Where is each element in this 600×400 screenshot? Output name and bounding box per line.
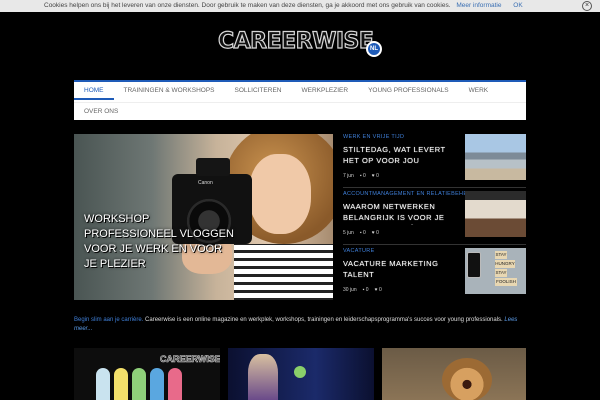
- comment-count: 0: [363, 230, 366, 236]
- scrabble-tile: STAY: [495, 251, 507, 259]
- article-meta: 30 jun ▪ 0 ♥ 0: [343, 287, 382, 293]
- article-meta: 7 jun ▪ 0 ♥ 0: [343, 173, 379, 179]
- hero-image-shirt: [234, 244, 333, 300]
- like-icon: ♥ 0: [371, 173, 379, 179]
- scrabble-tile: HUNGRY: [495, 260, 515, 268]
- article-category[interactable]: ACCOUNTMANAGEMENT EN RELATIEBEHEER: [343, 191, 476, 197]
- divider: [343, 187, 526, 188]
- card-image-light: [294, 366, 306, 378]
- article-title[interactable]: STILTEDAG, WAT LEVERT HET OP VOOR JOU: [343, 144, 455, 168]
- comment-icon: ▪ 0: [359, 230, 366, 236]
- hero-image-face: [249, 154, 311, 234]
- camera-brand-label: Canon: [198, 180, 213, 186]
- like-count: 0: [376, 230, 379, 236]
- nav-item-home[interactable]: HOME: [74, 82, 114, 100]
- bottom-card[interactable]: [228, 348, 374, 400]
- comment-icon: ▪ 0: [359, 173, 366, 179]
- chalk-image: [114, 368, 128, 400]
- article-title[interactable]: VACATURE MARKETING TALENT: [343, 258, 455, 282]
- article-date: 7 jun: [343, 173, 354, 179]
- card-image-lion: [442, 358, 492, 400]
- like-count: 0: [378, 287, 382, 293]
- article-date: 30 jun: [343, 287, 357, 293]
- logo-badge: NL: [366, 41, 382, 57]
- nav-item-werkplezier[interactable]: WERKPLEZIER: [291, 82, 358, 100]
- main-nav: HOME TRAININGEN & WORKSHOPS SOLLICITEREN…: [74, 80, 526, 120]
- nav-item-werk[interactable]: WERK: [459, 82, 499, 100]
- article-category[interactable]: VACATURE: [343, 248, 375, 254]
- card-logo: CAREERWISE: [160, 354, 220, 365]
- comment-icon: ▪ 0: [362, 287, 369, 293]
- article-thumbnail[interactable]: [465, 134, 526, 180]
- divider: [343, 244, 526, 245]
- article-category[interactable]: WERK EN VRIJE TIJD: [343, 134, 404, 140]
- site-logo[interactable]: CAREERWISE NL: [217, 29, 382, 58]
- nav-item-young-professionals[interactable]: YOUNG PROFESSIONALS: [358, 82, 459, 100]
- scrabble-tile: STAY: [495, 269, 507, 277]
- nav-item-solliciteren[interactable]: SOLLICITEREN: [225, 82, 292, 100]
- close-icon[interactable]: ×: [582, 1, 592, 11]
- like-count: 0: [376, 173, 379, 179]
- intro-lead: Begin slim aan je carrière.: [74, 317, 144, 323]
- logo-text: CAREERWISE: [217, 29, 374, 54]
- article-meta: 5 jun ▪ 0 ♥ 0: [343, 230, 379, 236]
- cookie-ok-button[interactable]: OK: [513, 2, 522, 9]
- cookie-message: Cookies helpen ons bij het leveren van o…: [44, 2, 451, 9]
- scrabble-tile: FOOLISH: [495, 278, 517, 286]
- side-article: ACCOUNTMANAGEMENT EN RELATIEBEHEER WAARO…: [343, 191, 526, 245]
- cookie-bar: Cookies helpen ons bij het leveren van o…: [0, 0, 600, 12]
- bottom-card[interactable]: [382, 348, 526, 400]
- cookie-more-info-link[interactable]: Meer informatie: [456, 2, 501, 9]
- chalk-image: [132, 368, 146, 400]
- camera-top: [196, 158, 230, 176]
- like-icon: ♥ 0: [371, 230, 379, 236]
- side-article: VACATURE VACATURE MARKETING TALENT 30 ju…: [343, 248, 526, 300]
- comment-count: 0: [363, 173, 366, 179]
- article-title[interactable]: WAAROM NETWERKEN BELANGRIJK IS VOOR JE W…: [343, 201, 455, 225]
- article-thumbnail[interactable]: [465, 191, 526, 237]
- article-thumbnail[interactable]: STAY HUNGRY STAY FOOLISH: [465, 248, 526, 294]
- side-article: WERK EN VRIJE TIJD STILTEDAG, WAT LEVERT…: [343, 134, 526, 188]
- nav-row-2: OVER ONS: [74, 102, 526, 120]
- cookie-text-wrap: Cookies helpen ons bij het leveren van o…: [44, 0, 523, 12]
- comment-count: 0: [365, 287, 369, 293]
- chalk-image: [96, 368, 110, 400]
- chalk-image: [150, 368, 164, 400]
- nav-item-over-ons[interactable]: OVER ONS: [74, 103, 128, 120]
- phone-icon: [467, 252, 481, 278]
- hero-article[interactable]: Canon WORKSHOP PROFESSIONEEL VLOGGEN VOO…: [74, 134, 333, 300]
- chalk-image: [168, 368, 182, 400]
- hero-title[interactable]: WORKSHOP PROFESSIONEEL VLOGGEN VOOR JE W…: [84, 212, 234, 272]
- like-icon: ♥ 0: [374, 287, 382, 293]
- nav-item-trainingen[interactable]: TRAININGEN & WORKSHOPS: [114, 82, 225, 100]
- intro-body: Careerwise is een online magazine en wer…: [145, 317, 503, 323]
- article-date: 5 jun: [343, 230, 354, 236]
- card-image-figure: [248, 354, 278, 400]
- nav-row-1: HOME TRAININGEN & WORKSHOPS SOLLICITEREN…: [74, 82, 498, 100]
- intro-text: Begin slim aan je carrière. Careerwise i…: [74, 316, 526, 334]
- bottom-card[interactable]: CAREERWISE: [74, 348, 220, 400]
